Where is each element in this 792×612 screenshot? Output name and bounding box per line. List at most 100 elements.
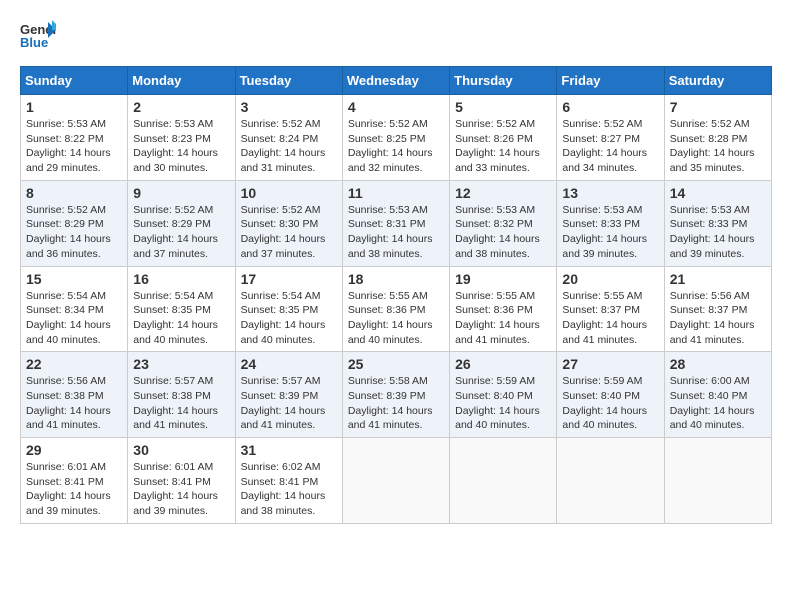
- header-tuesday: Tuesday: [235, 67, 342, 95]
- day-number: 8: [26, 185, 122, 201]
- day-number: 1: [26, 99, 122, 115]
- day-number: 21: [670, 271, 766, 287]
- header-sunday: Sunday: [21, 67, 128, 95]
- day-number: 20: [562, 271, 658, 287]
- day-info: Sunrise: 5:59 AM Sunset: 8:40 PM Dayligh…: [455, 374, 551, 433]
- day-number: 10: [241, 185, 337, 201]
- calendar-cell: 18 Sunrise: 5:55 AM Sunset: 8:36 PM Dayl…: [342, 266, 449, 352]
- calendar-cell: 14 Sunrise: 5:53 AM Sunset: 8:33 PM Dayl…: [664, 180, 771, 266]
- day-info: Sunrise: 5:57 AM Sunset: 8:38 PM Dayligh…: [133, 374, 229, 433]
- calendar-cell: 10 Sunrise: 5:52 AM Sunset: 8:30 PM Dayl…: [235, 180, 342, 266]
- day-info: Sunrise: 5:52 AM Sunset: 8:26 PM Dayligh…: [455, 117, 551, 176]
- calendar-cell: 9 Sunrise: 5:52 AM Sunset: 8:29 PM Dayli…: [128, 180, 235, 266]
- day-info: Sunrise: 5:53 AM Sunset: 8:32 PM Dayligh…: [455, 203, 551, 262]
- calendar-cell: [342, 438, 449, 524]
- week-row-5: 29 Sunrise: 6:01 AM Sunset: 8:41 PM Dayl…: [21, 438, 772, 524]
- calendar-cell: 4 Sunrise: 5:52 AM Sunset: 8:25 PM Dayli…: [342, 95, 449, 181]
- day-info: Sunrise: 5:56 AM Sunset: 8:38 PM Dayligh…: [26, 374, 122, 433]
- calendar-cell: 5 Sunrise: 5:52 AM Sunset: 8:26 PM Dayli…: [450, 95, 557, 181]
- day-info: Sunrise: 5:52 AM Sunset: 8:29 PM Dayligh…: [26, 203, 122, 262]
- day-number: 17: [241, 271, 337, 287]
- day-number: 7: [670, 99, 766, 115]
- calendar-cell: 22 Sunrise: 5:56 AM Sunset: 8:38 PM Dayl…: [21, 352, 128, 438]
- calendar-cell: 26 Sunrise: 5:59 AM Sunset: 8:40 PM Dayl…: [450, 352, 557, 438]
- week-row-1: 1 Sunrise: 5:53 AM Sunset: 8:22 PM Dayli…: [21, 95, 772, 181]
- day-number: 30: [133, 442, 229, 458]
- day-info: Sunrise: 5:54 AM Sunset: 8:35 PM Dayligh…: [133, 289, 229, 348]
- header-monday: Monday: [128, 67, 235, 95]
- day-number: 4: [348, 99, 444, 115]
- calendar-cell: [450, 438, 557, 524]
- day-number: 15: [26, 271, 122, 287]
- day-info: Sunrise: 6:02 AM Sunset: 8:41 PM Dayligh…: [241, 460, 337, 519]
- day-number: 23: [133, 356, 229, 372]
- header-saturday: Saturday: [664, 67, 771, 95]
- week-row-3: 15 Sunrise: 5:54 AM Sunset: 8:34 PM Dayl…: [21, 266, 772, 352]
- day-number: 31: [241, 442, 337, 458]
- day-info: Sunrise: 5:52 AM Sunset: 8:29 PM Dayligh…: [133, 203, 229, 262]
- day-info: Sunrise: 6:00 AM Sunset: 8:40 PM Dayligh…: [670, 374, 766, 433]
- calendar-cell: 28 Sunrise: 6:00 AM Sunset: 8:40 PM Dayl…: [664, 352, 771, 438]
- day-number: 13: [562, 185, 658, 201]
- week-row-4: 22 Sunrise: 5:56 AM Sunset: 8:38 PM Dayl…: [21, 352, 772, 438]
- day-number: 6: [562, 99, 658, 115]
- calendar-cell: 29 Sunrise: 6:01 AM Sunset: 8:41 PM Dayl…: [21, 438, 128, 524]
- day-number: 22: [26, 356, 122, 372]
- day-number: 5: [455, 99, 551, 115]
- day-info: Sunrise: 5:59 AM Sunset: 8:40 PM Dayligh…: [562, 374, 658, 433]
- calendar-cell: 25 Sunrise: 5:58 AM Sunset: 8:39 PM Dayl…: [342, 352, 449, 438]
- calendar-header-row: SundayMondayTuesdayWednesdayThursdayFrid…: [21, 67, 772, 95]
- calendar-cell: 12 Sunrise: 5:53 AM Sunset: 8:32 PM Dayl…: [450, 180, 557, 266]
- day-info: Sunrise: 5:53 AM Sunset: 8:23 PM Dayligh…: [133, 117, 229, 176]
- day-number: 27: [562, 356, 658, 372]
- day-info: Sunrise: 5:53 AM Sunset: 8:33 PM Dayligh…: [670, 203, 766, 262]
- day-number: 12: [455, 185, 551, 201]
- logo: General Blue: [20, 20, 60, 50]
- day-number: 25: [348, 356, 444, 372]
- calendar-table: SundayMondayTuesdayWednesdayThursdayFrid…: [20, 66, 772, 524]
- calendar-cell: 20 Sunrise: 5:55 AM Sunset: 8:37 PM Dayl…: [557, 266, 664, 352]
- day-number: 24: [241, 356, 337, 372]
- day-info: Sunrise: 5:57 AM Sunset: 8:39 PM Dayligh…: [241, 374, 337, 433]
- day-number: 18: [348, 271, 444, 287]
- day-info: Sunrise: 5:52 AM Sunset: 8:25 PM Dayligh…: [348, 117, 444, 176]
- day-info: Sunrise: 5:52 AM Sunset: 8:30 PM Dayligh…: [241, 203, 337, 262]
- header-wednesday: Wednesday: [342, 67, 449, 95]
- calendar-cell: 31 Sunrise: 6:02 AM Sunset: 8:41 PM Dayl…: [235, 438, 342, 524]
- calendar-cell: 21 Sunrise: 5:56 AM Sunset: 8:37 PM Dayl…: [664, 266, 771, 352]
- calendar-cell: 27 Sunrise: 5:59 AM Sunset: 8:40 PM Dayl…: [557, 352, 664, 438]
- day-info: Sunrise: 6:01 AM Sunset: 8:41 PM Dayligh…: [26, 460, 122, 519]
- day-number: 11: [348, 185, 444, 201]
- day-info: Sunrise: 5:53 AM Sunset: 8:31 PM Dayligh…: [348, 203, 444, 262]
- calendar-cell: 30 Sunrise: 6:01 AM Sunset: 8:41 PM Dayl…: [128, 438, 235, 524]
- calendar-cell: 3 Sunrise: 5:52 AM Sunset: 8:24 PM Dayli…: [235, 95, 342, 181]
- day-info: Sunrise: 5:53 AM Sunset: 8:22 PM Dayligh…: [26, 117, 122, 176]
- header-thursday: Thursday: [450, 67, 557, 95]
- day-number: 28: [670, 356, 766, 372]
- day-number: 3: [241, 99, 337, 115]
- svg-text:Blue: Blue: [20, 35, 48, 50]
- day-info: Sunrise: 5:52 AM Sunset: 8:24 PM Dayligh…: [241, 117, 337, 176]
- calendar-cell: 23 Sunrise: 5:57 AM Sunset: 8:38 PM Dayl…: [128, 352, 235, 438]
- day-number: 2: [133, 99, 229, 115]
- day-info: Sunrise: 5:56 AM Sunset: 8:37 PM Dayligh…: [670, 289, 766, 348]
- day-info: Sunrise: 5:55 AM Sunset: 8:36 PM Dayligh…: [455, 289, 551, 348]
- day-number: 16: [133, 271, 229, 287]
- day-info: Sunrise: 5:54 AM Sunset: 8:35 PM Dayligh…: [241, 289, 337, 348]
- calendar-cell: 7 Sunrise: 5:52 AM Sunset: 8:28 PM Dayli…: [664, 95, 771, 181]
- calendar-cell: 13 Sunrise: 5:53 AM Sunset: 8:33 PM Dayl…: [557, 180, 664, 266]
- calendar-cell: 1 Sunrise: 5:53 AM Sunset: 8:22 PM Dayli…: [21, 95, 128, 181]
- day-info: Sunrise: 6:01 AM Sunset: 8:41 PM Dayligh…: [133, 460, 229, 519]
- calendar-cell: 11 Sunrise: 5:53 AM Sunset: 8:31 PM Dayl…: [342, 180, 449, 266]
- day-number: 26: [455, 356, 551, 372]
- calendar-cell: 8 Sunrise: 5:52 AM Sunset: 8:29 PM Dayli…: [21, 180, 128, 266]
- day-number: 19: [455, 271, 551, 287]
- page-header: General Blue: [20, 20, 772, 50]
- day-number: 9: [133, 185, 229, 201]
- header-friday: Friday: [557, 67, 664, 95]
- calendar-cell: [557, 438, 664, 524]
- day-info: Sunrise: 5:54 AM Sunset: 8:34 PM Dayligh…: [26, 289, 122, 348]
- day-info: Sunrise: 5:52 AM Sunset: 8:27 PM Dayligh…: [562, 117, 658, 176]
- calendar-cell: 19 Sunrise: 5:55 AM Sunset: 8:36 PM Dayl…: [450, 266, 557, 352]
- calendar-cell: 15 Sunrise: 5:54 AM Sunset: 8:34 PM Dayl…: [21, 266, 128, 352]
